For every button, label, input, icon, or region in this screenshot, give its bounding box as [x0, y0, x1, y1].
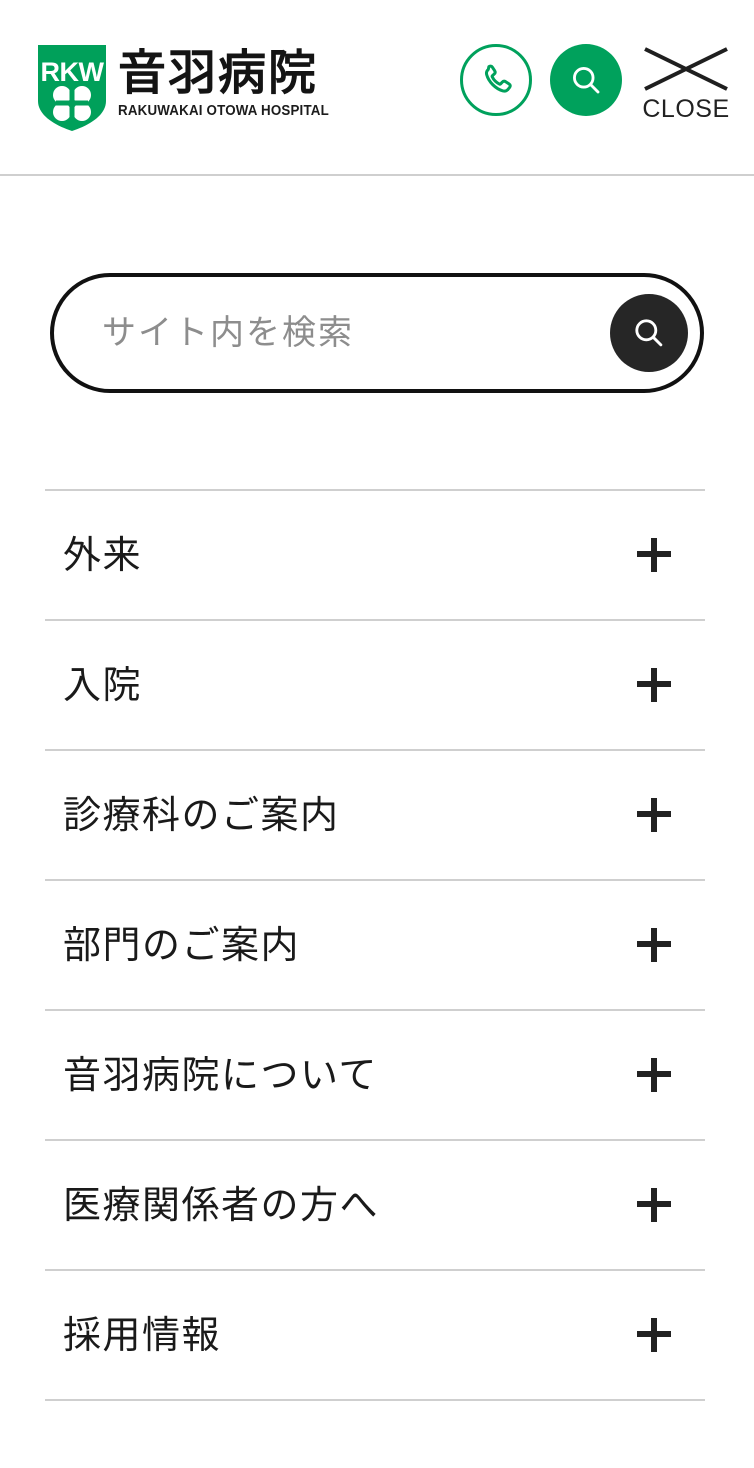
nav-item-for-professionals[interactable]: 医療関係者の方へ [45, 1141, 705, 1269]
nav-item-label: 採用情報 [63, 1313, 222, 1357]
search-icon [635, 319, 663, 347]
nav-item-shinryouka[interactable]: 診療科のご案内 [45, 751, 705, 879]
main-navigation: 外来 入院 診療科のご案内 部門のご案内 音羽病院について 医療関係者の方へ 採… [45, 489, 705, 1401]
phone-icon [485, 64, 512, 93]
plus-icon[interactable] [637, 1318, 671, 1352]
nav-item-label: 外来 [63, 533, 143, 577]
nav-item-gairai[interactable]: 外来 [45, 491, 705, 619]
plus-icon[interactable] [637, 668, 671, 702]
nav-item-label: 入院 [63, 663, 143, 707]
search-box[interactable] [50, 273, 704, 393]
nav-divider [45, 1399, 705, 1401]
header-actions: CLOSE [460, 44, 732, 123]
search-submit-button[interactable] [610, 294, 688, 372]
hospital-name-en: RAKUWAKAI OTOWA HOSPITAL [118, 103, 329, 119]
nav-item-about[interactable]: 音羽病院について [45, 1011, 705, 1139]
nav-item-recruit[interactable]: 採用情報 [45, 1271, 705, 1399]
search-icon [573, 67, 600, 94]
mobile-menu-overlay: RKW 音羽病院 RAKUWAKAI OTOWA HOSPITAL CLOSE … [0, 0, 754, 1468]
header-search-button[interactable] [550, 44, 622, 116]
plus-icon[interactable] [637, 798, 671, 832]
plus-icon[interactable] [637, 1058, 671, 1092]
plus-icon[interactable] [637, 538, 671, 572]
close-label: CLOSE [642, 95, 730, 123]
plus-icon[interactable] [637, 928, 671, 962]
site-search [50, 273, 704, 393]
nav-item-label: 医療関係者の方へ [63, 1183, 380, 1227]
hospital-name-jp: 音羽病院 [118, 45, 319, 101]
site-logo[interactable]: RKW 音羽病院 RAKUWAKAI OTOWA HOSPITAL [38, 45, 347, 131]
nav-item-label: 診療科のご案内 [63, 793, 340, 837]
brand-wordmark: 音羽病院 RAKUWAKAI OTOWA HOSPITAL [118, 45, 347, 120]
site-header: RKW 音羽病院 RAKUWAKAI OTOWA HOSPITAL CLOSE [0, 0, 754, 176]
rkw-shield-badge-icon: RKW [38, 45, 106, 131]
nav-item-label: 部門のご案内 [63, 923, 301, 967]
phone-button[interactable] [460, 44, 532, 116]
plus-icon[interactable] [637, 1188, 671, 1222]
nav-item-bumon[interactable]: 部門のご案内 [45, 881, 705, 1009]
search-input[interactable] [54, 303, 564, 363]
close-x-icon [644, 47, 728, 91]
close-menu-button[interactable]: CLOSE [640, 44, 732, 123]
svg-text:RKW: RKW [41, 57, 105, 87]
nav-item-nyuin[interactable]: 入院 [45, 621, 705, 749]
nav-item-label: 音羽病院について [63, 1053, 378, 1097]
